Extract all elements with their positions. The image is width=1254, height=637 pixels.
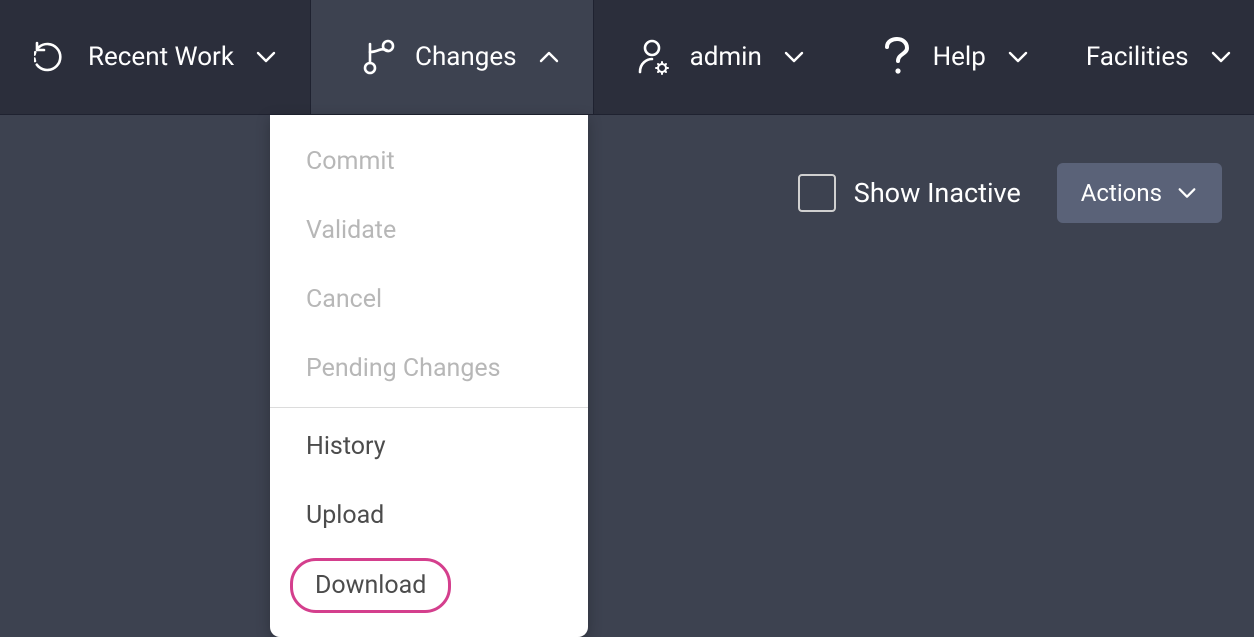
toolbar: Show Inactive Actions <box>798 163 1222 223</box>
menu-divider <box>270 407 588 408</box>
chevron-up-icon <box>537 45 561 69</box>
chevron-down-icon <box>1006 45 1030 69</box>
nav-recent-work[interactable]: Recent Work <box>0 0 310 114</box>
menu-download[interactable]: Download <box>290 558 451 613</box>
changes-dropdown: Commit Validate Cancel Pending Changes H… <box>270 115 588 637</box>
help-icon <box>877 37 917 77</box>
nav-changes-label: Changes <box>415 42 517 72</box>
menu-validate: Validate <box>270 196 588 265</box>
chevron-down-icon <box>1176 182 1198 204</box>
nav-help[interactable]: Help <box>839 0 1062 114</box>
menu-pending-changes: Pending Changes <box>270 334 588 403</box>
chevron-down-icon <box>254 45 278 69</box>
nav-facilities-label: Facilities <box>1086 42 1189 72</box>
nav-admin[interactable]: admin <box>594 0 839 114</box>
nav-facilities[interactable]: Facilities <box>1062 0 1254 114</box>
chevron-down-icon <box>1209 45 1233 69</box>
checkbox-box[interactable] <box>798 174 836 212</box>
content-area: Commit Validate Cancel Pending Changes H… <box>0 115 1254 618</box>
nav-help-label: Help <box>933 42 986 72</box>
user-settings-icon <box>634 37 674 77</box>
menu-upload[interactable]: Upload <box>270 481 588 550</box>
show-inactive-checkbox[interactable]: Show Inactive <box>798 174 1021 212</box>
chevron-down-icon <box>782 45 806 69</box>
top-navbar: Recent Work Changes <box>0 0 1254 115</box>
actions-button[interactable]: Actions <box>1057 163 1222 223</box>
nav-admin-label: admin <box>690 42 762 72</box>
nav-changes[interactable]: Changes <box>310 0 594 114</box>
menu-cancel: Cancel <box>270 265 588 334</box>
actions-label: Actions <box>1081 179 1162 207</box>
show-inactive-label: Show Inactive <box>854 177 1021 209</box>
recent-work-icon <box>32 37 72 77</box>
branch-icon <box>359 37 399 77</box>
nav-recent-work-label: Recent Work <box>88 42 234 72</box>
menu-commit: Commit <box>270 127 588 196</box>
menu-history[interactable]: History <box>270 412 588 481</box>
